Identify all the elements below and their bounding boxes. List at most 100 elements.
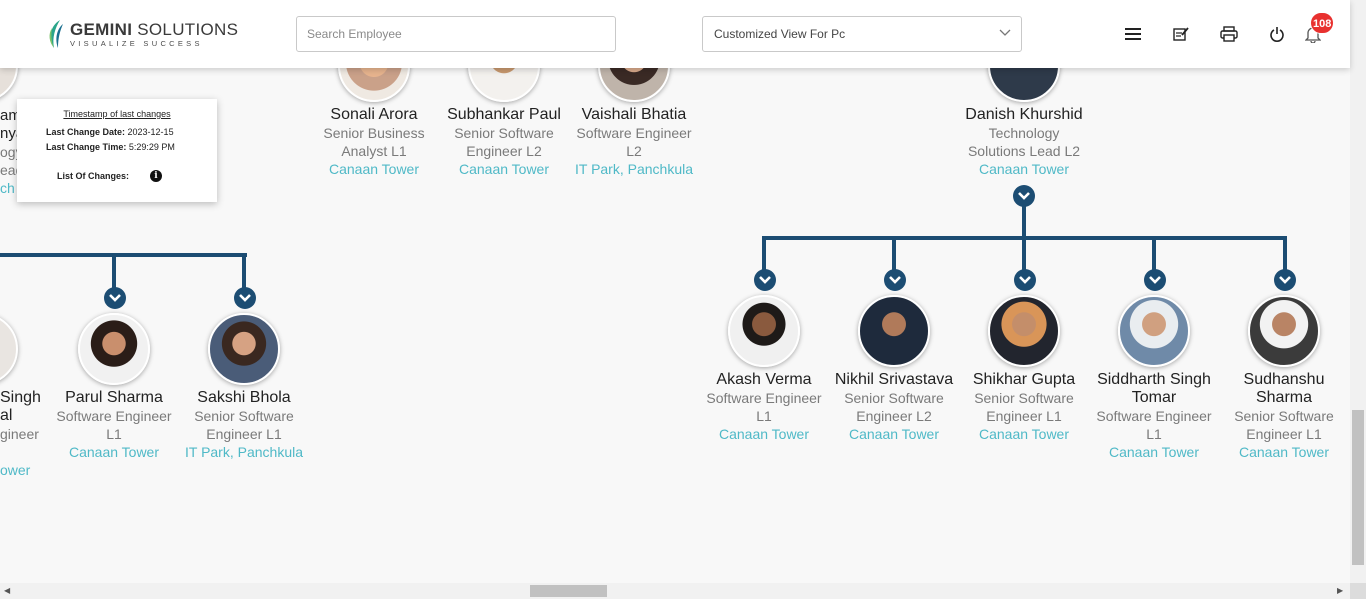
avatar-sudhanshu[interactable] — [1248, 295, 1320, 367]
employee-location[interactable]: Canaan Tower — [304, 160, 444, 178]
employee-card-danish[interactable]: Danish Khurshid Technology Solutions Lea… — [954, 106, 1094, 178]
employee-name-line2: Sharma — [1255, 389, 1313, 406]
employee-location[interactable]: Canaan Tower — [44, 443, 184, 461]
scroll-left-arrow-icon[interactable]: ◀ — [4, 586, 10, 595]
chevron-down-icon — [759, 276, 771, 284]
employee-name: Nikhil Srivastava — [834, 371, 954, 388]
employee-designation: Solutions Lead L2 — [967, 143, 1081, 159]
print-button[interactable] — [1219, 24, 1239, 44]
employee-card-siddharth[interactable]: Siddharth Singh Tomar Software Engineer … — [1084, 371, 1224, 461]
employee-card-sonali[interactable]: Sonali Arora Senior Business Analyst L1 … — [304, 106, 444, 178]
employee-card-akash[interactable]: Akash Verma Software Engineer L1 Canaan … — [694, 371, 834, 443]
employee-designation: L1 — [106, 426, 122, 442]
employee-location[interactable]: Canaan Tower — [694, 425, 834, 443]
employee-location[interactable]: Canaan Tower — [434, 160, 574, 178]
horizontal-scrollbar-thumb[interactable] — [530, 585, 607, 597]
expand-toggle-shikhar[interactable] — [1014, 269, 1036, 291]
employee-designation: Engineer L2 — [466, 143, 542, 159]
expand-toggle-danish[interactable] — [1013, 185, 1035, 207]
employee-name: Akash Verma — [716, 371, 812, 388]
avatar-sakshi[interactable] — [208, 313, 280, 385]
employee-location[interactable]: Canaan Tower — [824, 425, 964, 443]
employee-location[interactable]: Canaan Tower — [1214, 443, 1354, 461]
last-change-time-row: Last Change Time: 5:29:29 PM — [46, 142, 175, 152]
employee-designation: L1 — [756, 408, 772, 424]
employee-designation: Software Engineer — [576, 125, 692, 141]
employee-location[interactable]: Canaan Tower — [954, 425, 1094, 443]
employee-name: Siddharth Singh — [1097, 371, 1211, 388]
time-value: 5:29:29 PM — [128, 142, 175, 152]
info-icon[interactable]: i — [150, 170, 162, 182]
scroll-right-arrow-icon[interactable]: ▶ — [1337, 586, 1343, 595]
avatar-nikhil[interactable] — [858, 295, 930, 367]
avatar-parul[interactable] — [78, 313, 150, 385]
employee-card-parul[interactable]: Parul Sharma Software Engineer L1 Canaan… — [44, 389, 184, 461]
expand-toggle-akash[interactable] — [754, 269, 776, 291]
employee-location[interactable]: IT Park, Panchkula — [174, 443, 314, 461]
chevron-down-icon — [109, 294, 121, 302]
expand-toggle-sudhanshu[interactable] — [1274, 269, 1296, 291]
menu-button[interactable] — [1123, 24, 1143, 44]
employee-card-sakshi[interactable]: Sakshi Bhola Senior Software Engineer L1… — [174, 389, 314, 461]
employee-designation: Software Engineer — [706, 390, 822, 406]
employee-location[interactable]: IT Park, Panchkula — [564, 160, 704, 178]
employee-location[interactable]: Canaan Tower — [1084, 443, 1224, 461]
edit-note-button[interactable] — [1171, 24, 1191, 44]
employee-designation: Senior Software — [454, 125, 554, 141]
partial-employee-left-child: Singh al gineer ower — [0, 389, 42, 479]
employee-location[interactable]: Canaan Tower — [954, 160, 1094, 178]
company-logo[interactable]: GEMINI SOLUTIONS VISUALIZE SUCCESS — [46, 16, 238, 52]
expand-toggle-sakshi[interactable] — [234, 287, 256, 309]
employee-designation: Senior Software — [1234, 408, 1334, 424]
timestamp-popup: Timestamp of last changes Last Change Da… — [17, 99, 217, 202]
connector-right-drop-2 — [892, 236, 896, 272]
employee-name: Sakshi Bhola — [197, 389, 291, 406]
top-header: GEMINI SOLUTIONS VISUALIZE SUCCESS Custo… — [0, 0, 1350, 68]
employee-card-subhankar[interactable]: Subhankar Paul Senior Software Engineer … — [434, 106, 574, 178]
popup-title: Timestamp of last changes — [63, 109, 171, 119]
vertical-scrollbar-thumb[interactable] — [1352, 410, 1364, 565]
partial-text: gineer — [0, 426, 39, 442]
employee-designation: Software Engineer — [1096, 408, 1212, 424]
chevron-down-icon — [889, 276, 901, 284]
connector-right-drop-1 — [762, 236, 766, 272]
connector-left-drop-2 — [242, 253, 246, 291]
employee-designation: Technology — [988, 125, 1060, 141]
employee-name: Vaishali Bhatia — [581, 106, 687, 123]
employee-designation: Senior Software — [844, 390, 944, 406]
view-select[interactable]: Customized View For Pc — [702, 16, 1022, 52]
chevron-down-icon — [239, 294, 251, 302]
employee-name: Shikhar Gupta — [972, 371, 1076, 388]
employee-card-sudhanshu[interactable]: Sudhanshu Sharma Senior Software Enginee… — [1214, 371, 1354, 461]
print-icon — [1220, 26, 1238, 42]
employee-designation: Engineer L1 — [986, 408, 1062, 424]
employee-designation: L2 — [626, 143, 642, 159]
employee-designation: Senior Software — [194, 408, 294, 424]
chevron-down-icon — [1149, 276, 1161, 284]
connector-right-drop-3 — [1022, 236, 1026, 272]
avatar-akash[interactable] — [728, 295, 800, 367]
employee-name: Sudhanshu — [1243, 371, 1325, 388]
employee-card-shikhar[interactable]: Shikhar Gupta Senior Software Engineer L… — [954, 371, 1094, 443]
logout-button[interactable] — [1267, 24, 1287, 44]
scrollbar-corner — [1350, 583, 1366, 599]
employee-name: Sonali Arora — [330, 106, 418, 123]
partial-text: ower — [0, 462, 31, 478]
expand-toggle-siddharth[interactable] — [1144, 269, 1166, 291]
chevron-down-icon — [1279, 276, 1291, 284]
expand-toggle-nikhil[interactable] — [884, 269, 906, 291]
avatar-shikhar[interactable] — [988, 295, 1060, 367]
employee-card-vaishali[interactable]: Vaishali Bhatia Software Engineer L2 IT … — [564, 106, 704, 178]
connector-right-drop-4 — [1152, 236, 1156, 272]
notification-count-badge[interactable]: 108 — [1310, 12, 1335, 34]
partial-text: al — [0, 407, 13, 424]
avatar-partial-left-child[interactable] — [0, 313, 18, 385]
employee-designation: Senior Business — [323, 125, 425, 141]
employee-designation: Engineer L1 — [1246, 426, 1322, 442]
avatar-siddharth[interactable] — [1118, 295, 1190, 367]
employee-card-nikhil[interactable]: Nikhil Srivastava Senior Software Engine… — [824, 371, 964, 443]
expand-toggle-parul[interactable] — [104, 287, 126, 309]
employee-designation: Engineer L2 — [856, 408, 932, 424]
search-employee-input[interactable] — [296, 16, 616, 52]
horizontal-scrollbar[interactable] — [0, 583, 1350, 599]
